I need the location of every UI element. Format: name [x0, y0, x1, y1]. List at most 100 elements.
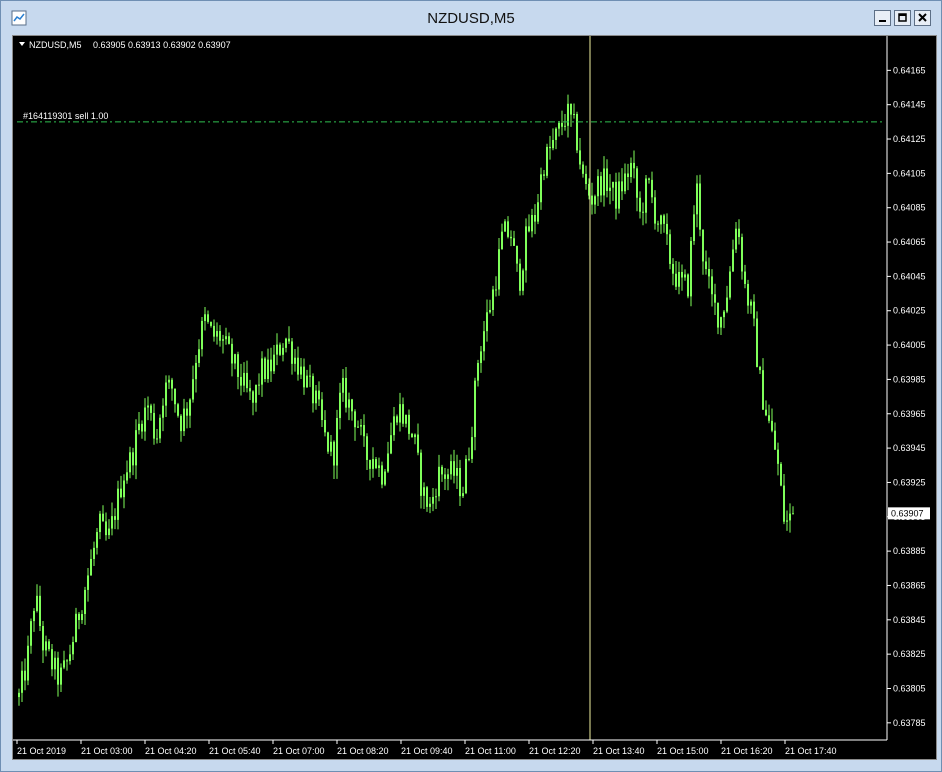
candle-body	[675, 273, 677, 287]
candle-body	[528, 226, 530, 232]
candle-body	[102, 513, 104, 522]
candle-body	[240, 376, 242, 386]
candle-body	[408, 414, 410, 434]
candle-body	[771, 420, 773, 431]
time-axis-label: 21 Oct 11:00	[465, 746, 516, 756]
candle-body	[93, 547, 95, 559]
candle-body	[645, 178, 647, 213]
candle-body	[282, 347, 284, 355]
candle-body	[720, 317, 722, 328]
candle-body	[510, 236, 512, 239]
candle-body	[234, 354, 236, 364]
candle-body	[711, 276, 713, 295]
candle-body	[75, 613, 77, 643]
price-axis-label: 0.64045	[893, 271, 926, 281]
time-axis: 21 Oct 2019 21 Oct 03:00 21 Oct 04:20 21 Oc…	[16, 740, 837, 756]
candle-body	[21, 670, 23, 693]
price-axis-label: 0.63945	[893, 443, 926, 453]
candle-body	[378, 465, 380, 468]
time-axis-label: 21 Oct 09:40	[401, 746, 453, 756]
minimize-button[interactable]	[874, 10, 891, 26]
candle-body	[744, 271, 746, 284]
title-bar[interactable]: NZDUSD,M5	[1, 1, 941, 35]
candle-body	[387, 453, 389, 472]
candle-body	[108, 528, 110, 536]
candle-body	[198, 349, 200, 363]
candle-body	[288, 338, 290, 342]
candle-body	[195, 362, 197, 380]
candle-body	[354, 411, 356, 428]
candle-body	[702, 229, 704, 262]
window-title: NZDUSD,M5	[427, 10, 515, 27]
candle-body	[336, 417, 338, 466]
candle-body	[501, 231, 503, 250]
candle-body	[72, 642, 74, 655]
candle-body	[456, 467, 458, 476]
price-chart[interactable]: #164119301 sell 1.00 0.64165 0.64145 0.641…	[12, 35, 937, 760]
candle-body	[756, 318, 758, 367]
candle-body	[447, 474, 449, 479]
chart-canvas[interactable]: #164119301 sell 1.00 0.641650.641450.641…	[13, 36, 936, 759]
candle-body	[759, 366, 761, 371]
price-axis-label: 0.63845	[893, 615, 926, 625]
candle-body	[249, 388, 251, 392]
candle-body	[594, 196, 596, 205]
candle-body	[513, 238, 515, 246]
candle-body	[525, 226, 527, 271]
candle-body	[291, 341, 293, 364]
candle-body	[177, 404, 179, 416]
time-axis-label: 21 Oct 07:00	[273, 746, 325, 756]
current-price-label: 0.63907	[891, 508, 924, 518]
candle-body	[192, 379, 194, 400]
candle-body	[276, 344, 278, 355]
candle-body	[576, 113, 578, 151]
candle-body	[732, 249, 734, 272]
candle-body	[18, 692, 20, 698]
candle-body	[225, 336, 227, 340]
candle-body	[450, 461, 452, 475]
candle-body	[522, 270, 524, 291]
candle-body	[168, 379, 170, 383]
candle-body	[363, 425, 365, 437]
time-axis-label: 21 Oct 13:40	[593, 746, 645, 756]
candle-body	[468, 458, 470, 460]
candle-body	[333, 441, 335, 466]
candle-body	[411, 433, 413, 438]
close-button[interactable]	[914, 10, 931, 26]
candle-body	[309, 375, 311, 377]
candle-body	[489, 309, 491, 313]
candle-body	[567, 103, 569, 126]
candle-body	[201, 320, 203, 350]
candle-body	[792, 513, 794, 515]
candle-body	[549, 146, 551, 149]
candle-body	[543, 174, 545, 176]
chart-menu-triangle-icon[interactable]	[19, 42, 25, 46]
candle-body	[219, 331, 221, 341]
candle-body	[171, 379, 173, 389]
candle-body	[267, 359, 269, 380]
candle-body	[237, 354, 239, 377]
candle-body	[213, 325, 215, 337]
candle-body	[117, 488, 119, 520]
candle-body	[414, 434, 416, 438]
candle-body	[582, 164, 584, 174]
candle-body	[381, 465, 383, 485]
candle-body	[27, 645, 29, 681]
candle-body	[180, 415, 182, 432]
candle-body	[81, 614, 83, 621]
candle-body	[60, 667, 62, 685]
candle-body	[243, 372, 245, 386]
price-axis-label: 0.64145	[893, 100, 926, 110]
candle-body	[66, 660, 68, 662]
candle-body	[78, 613, 80, 621]
price-axis-label: 0.63805	[893, 683, 926, 693]
candle-body	[186, 408, 188, 416]
price-axis-label: 0.64025	[893, 306, 926, 316]
candle-body	[216, 331, 218, 337]
candle-body	[306, 375, 308, 388]
time-axis-label: 21 Oct 08:20	[337, 746, 389, 756]
candle-body	[492, 289, 494, 310]
candle-body	[402, 404, 404, 424]
maximize-button[interactable]	[894, 10, 911, 26]
candle-body	[621, 181, 623, 192]
